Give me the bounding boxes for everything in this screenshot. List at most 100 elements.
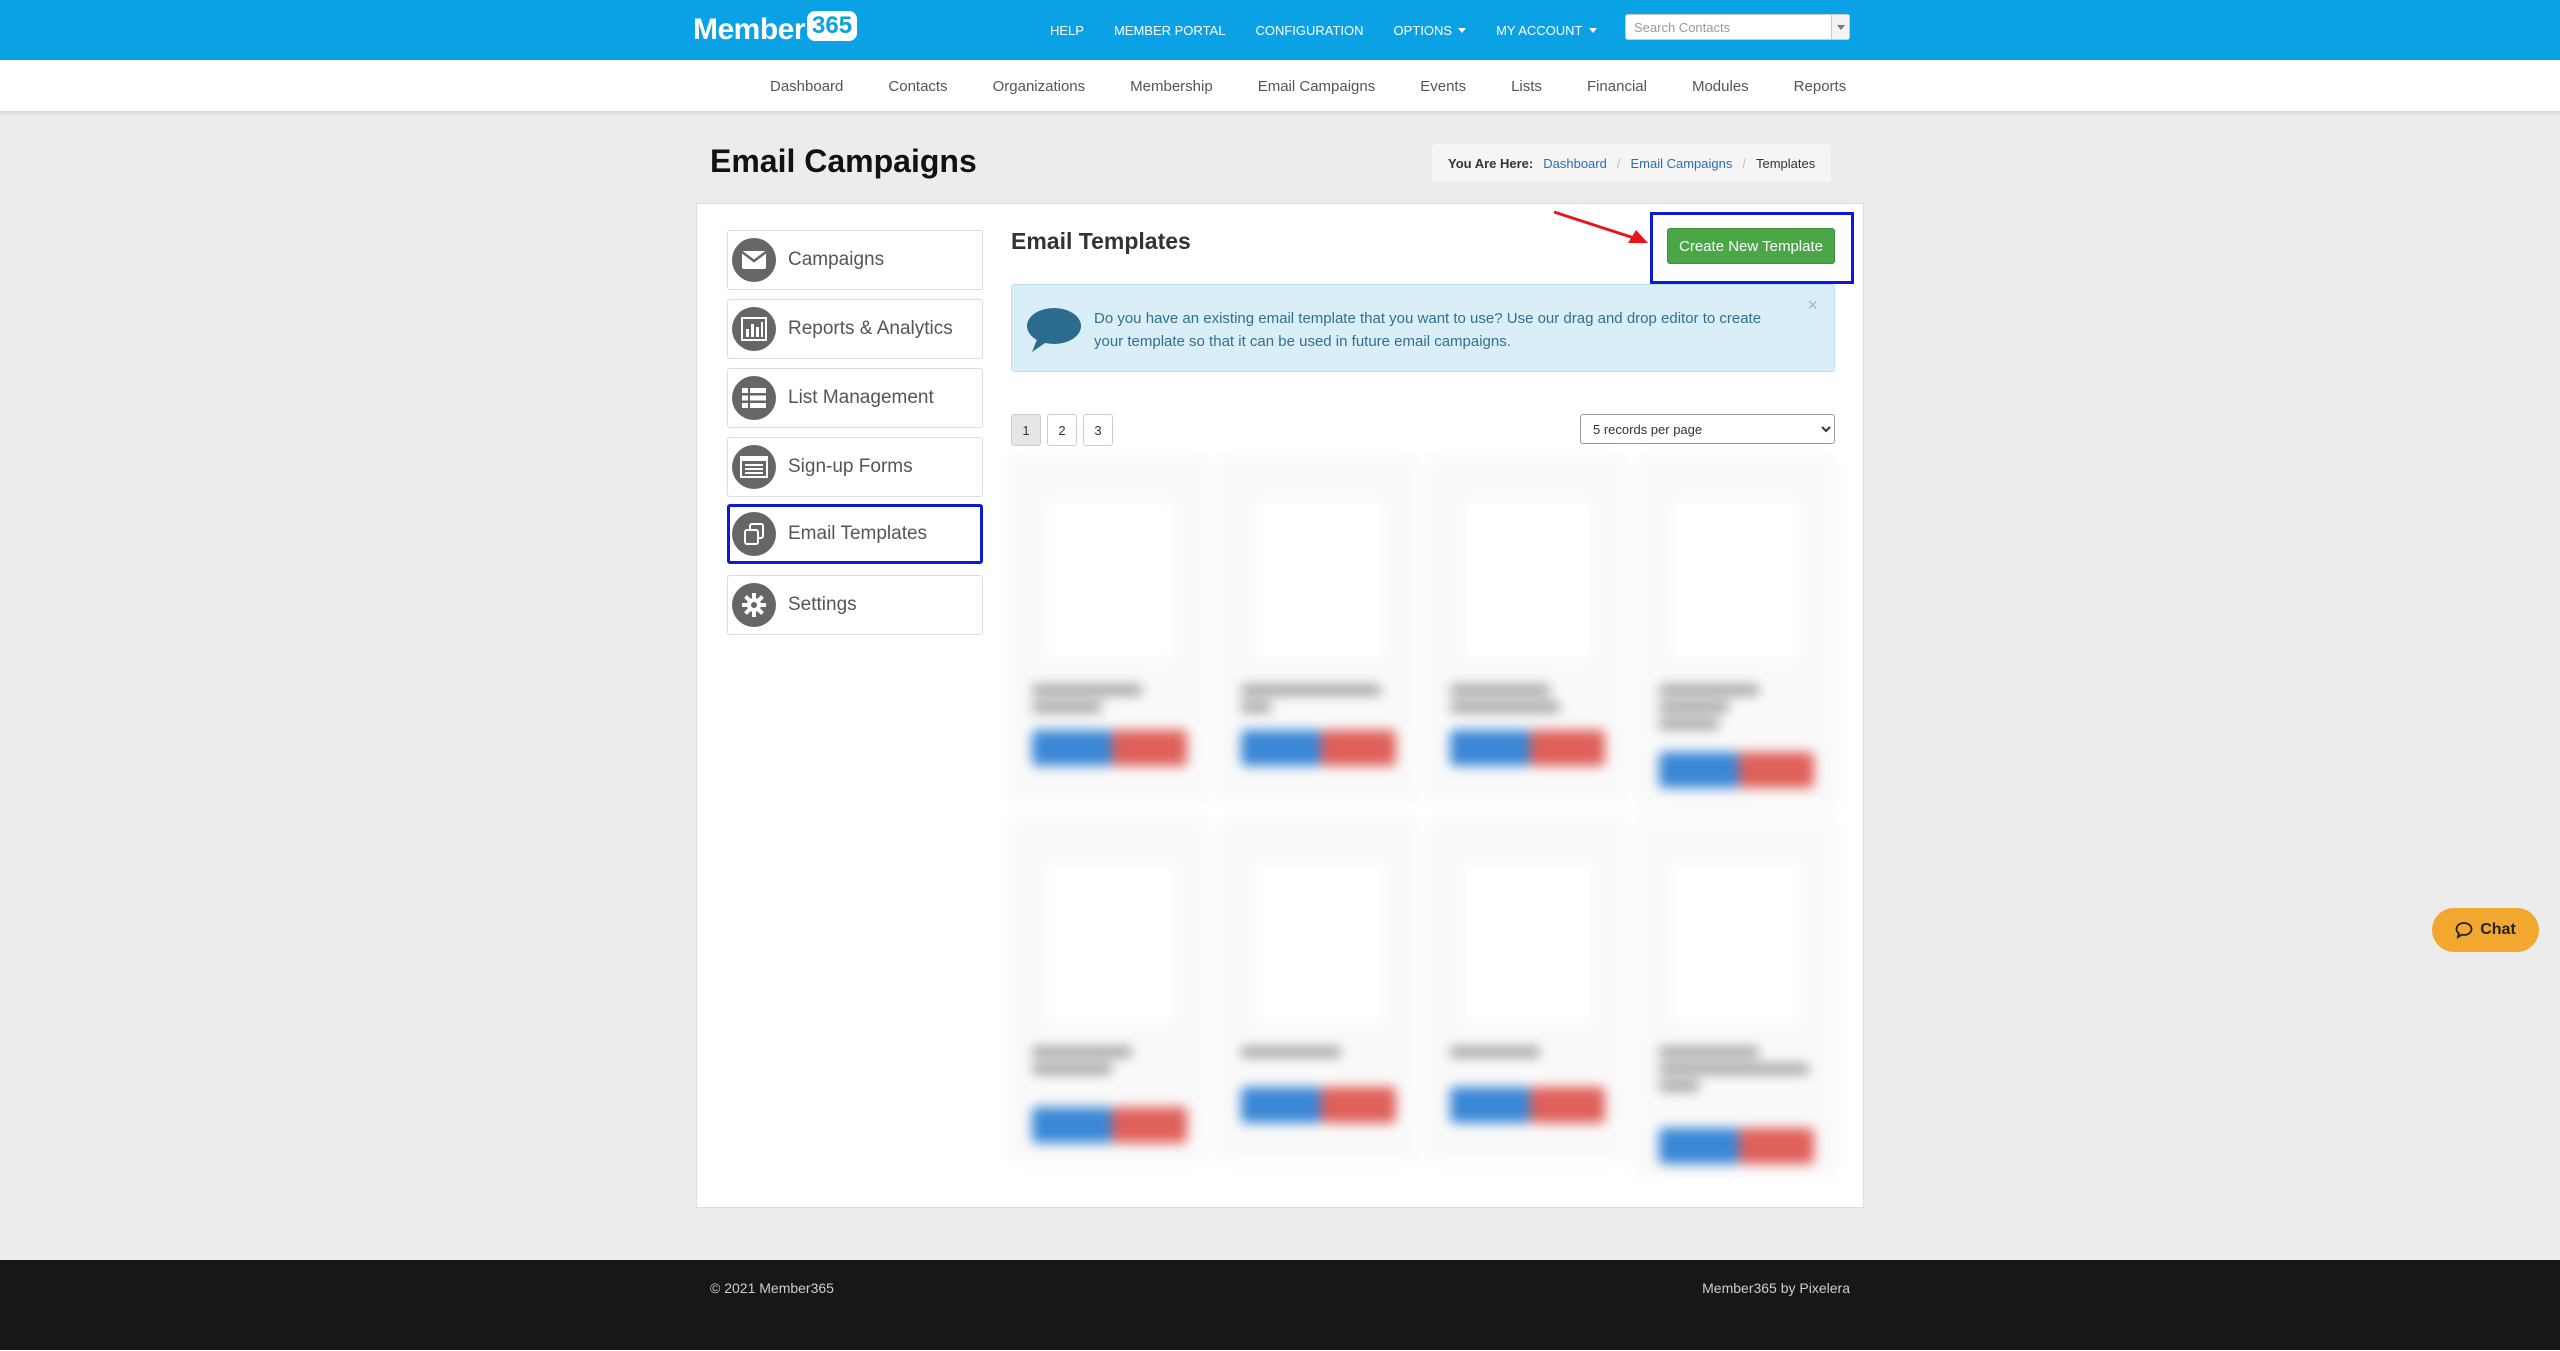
- sidebar-item-label: Email Templates: [788, 523, 928, 544]
- top-nav-options[interactable]: OPTIONS: [1394, 23, 1467, 38]
- main-nav-dashboard[interactable]: Dashboard: [770, 78, 843, 95]
- breadcrumb-current: Templates: [1755, 155, 1816, 171]
- top-nav-options-label: OPTIONS: [1393, 22, 1453, 38]
- template-thumbnail: [1251, 857, 1387, 1027]
- top-nav-help[interactable]: HELP: [1050, 23, 1084, 38]
- page-button-3[interactable]: 3: [1083, 414, 1113, 446]
- template-card[interactable]: [1638, 459, 1834, 809]
- copy-icon: [732, 512, 776, 556]
- info-text: Do you have an existing email template t…: [1094, 310, 1762, 350]
- template-thumbnail: [1669, 495, 1805, 665]
- template-card[interactable]: [1638, 821, 1834, 1175]
- breadcrumb: You Are Here: Dashboard / Email Campaign…: [1432, 144, 1832, 182]
- template-delete-button[interactable]: [1321, 730, 1396, 766]
- template-delete-button[interactable]: [1112, 730, 1187, 766]
- breadcrumb-separator: /: [1742, 155, 1746, 171]
- main-nav-organizations[interactable]: Organizations: [993, 78, 1086, 95]
- main-nav: Dashboard Contacts Organizations Members…: [0, 60, 2560, 112]
- logo[interactable]: Member 365: [693, 11, 858, 48]
- sidebar-item-label: Campaigns: [788, 249, 885, 270]
- template-thumbnail: [1042, 857, 1178, 1027]
- main-panel: Campaigns Reports & Analytics List Manag…: [696, 203, 1864, 1208]
- template-title-line: [1659, 685, 1759, 695]
- template-thumbnail: [1251, 495, 1387, 665]
- main-nav-lists[interactable]: Lists: [1511, 78, 1542, 95]
- template-edit-button[interactable]: [1241, 730, 1321, 766]
- main-nav-modules[interactable]: Modules: [1692, 78, 1749, 95]
- footer-credit[interactable]: Member365 by Pixelera: [1702, 1280, 1850, 1296]
- template-edit-button[interactable]: [1032, 730, 1112, 766]
- breadcrumb-dashboard[interactable]: Dashboard: [1543, 156, 1607, 171]
- breadcrumb-separator: /: [1616, 155, 1621, 171]
- footer-copyright: © 2021 Member365: [710, 1280, 834, 1296]
- form-icon: [732, 445, 776, 489]
- template-thumbnail: [1669, 857, 1805, 1027]
- breadcrumb-email-campaigns[interactable]: Email Campaigns: [1630, 156, 1732, 171]
- search-dropdown-toggle[interactable]: [1831, 15, 1849, 39]
- template-title-line: [1659, 702, 1729, 712]
- bar-chart-icon: [732, 307, 776, 351]
- top-nav-my-account[interactable]: MY ACCOUNT: [1496, 23, 1597, 38]
- template-delete-button[interactable]: [1739, 752, 1814, 788]
- main-nav-reports[interactable]: Reports: [1794, 78, 1847, 95]
- caret-down-icon: [1458, 27, 1467, 33]
- sidebar-item-campaigns[interactable]: Campaigns: [727, 230, 983, 290]
- main-nav-items: Dashboard Contacts Organizations Members…: [770, 60, 1891, 112]
- template-grid: [1011, 459, 1835, 1175]
- template-delete-button[interactable]: [1739, 1128, 1814, 1164]
- sidebar-item-label: List Management: [788, 387, 934, 408]
- template-card[interactable]: [1429, 459, 1625, 799]
- main-nav-contacts[interactable]: Contacts: [888, 78, 947, 95]
- template-delete-button[interactable]: [1112, 1107, 1187, 1143]
- content-title: Email Templates: [1011, 228, 1191, 254]
- main-nav-events[interactable]: Events: [1420, 78, 1466, 95]
- chat-button[interactable]: Chat: [2432, 908, 2539, 952]
- logo-badge: 365: [807, 11, 858, 41]
- records-per-page-select[interactable]: 5 records per page: [1580, 414, 1835, 444]
- sidebar-item-signup-forms[interactable]: Sign-up Forms: [727, 437, 983, 497]
- template-title-line: [1659, 1081, 1699, 1091]
- envelope-icon: [732, 238, 776, 282]
- page-button-1[interactable]: 1: [1011, 414, 1041, 446]
- top-nav-member-portal[interactable]: MEMBER PORTAL: [1114, 23, 1225, 38]
- template-card[interactable]: [1011, 459, 1207, 799]
- template-title-line: [1450, 1047, 1540, 1057]
- search-box: [1625, 14, 1850, 40]
- page-button-2[interactable]: 2: [1047, 414, 1077, 446]
- template-title-line: [1241, 1047, 1341, 1057]
- top-nav-help-label: HELP: [1050, 22, 1084, 38]
- search-input[interactable]: [1626, 15, 1831, 39]
- close-icon[interactable]: ×: [1807, 295, 1818, 316]
- template-edit-button[interactable]: [1450, 1087, 1530, 1123]
- template-edit-button[interactable]: [1659, 1128, 1739, 1164]
- template-delete-button[interactable]: [1530, 1087, 1605, 1123]
- sidebar-item-settings[interactable]: Settings: [727, 575, 983, 635]
- main-nav-email-campaigns[interactable]: Email Campaigns: [1258, 78, 1376, 95]
- template-delete-button[interactable]: [1530, 730, 1605, 766]
- breadcrumb-label: You Are Here:: [1448, 155, 1534, 171]
- template-delete-button[interactable]: [1321, 1087, 1396, 1123]
- sidebar-item-reports-analytics[interactable]: Reports & Analytics: [727, 299, 983, 359]
- sidebar-item-email-templates[interactable]: Email Templates: [727, 504, 983, 564]
- main-nav-financial[interactable]: Financial: [1587, 78, 1647, 95]
- template-edit-button[interactable]: [1241, 1087, 1321, 1123]
- chat-bubble-icon: [2455, 921, 2473, 939]
- template-card[interactable]: [1429, 821, 1625, 1161]
- template-thumbnail: [1042, 495, 1178, 665]
- template-card[interactable]: [1011, 821, 1207, 1161]
- top-nav-configuration[interactable]: CONFIGURATION: [1255, 23, 1363, 38]
- page-title: Email Campaigns: [710, 143, 977, 179]
- main-nav-membership[interactable]: Membership: [1130, 78, 1213, 95]
- create-new-template-button[interactable]: Create New Template: [1667, 228, 1835, 264]
- template-edit-button[interactable]: [1032, 1107, 1112, 1143]
- template-title-line: [1450, 685, 1550, 695]
- sidebar-item-list-management[interactable]: List Management: [727, 368, 983, 428]
- template-card[interactable]: [1220, 459, 1416, 799]
- annotation-arrow: [1553, 210, 1648, 243]
- top-nav-member-portal-label: MEMBER PORTAL: [1113, 22, 1226, 38]
- list-icon: [732, 376, 776, 420]
- template-edit-button[interactable]: [1450, 730, 1530, 766]
- chat-label: Chat: [2480, 921, 2516, 938]
- template-card[interactable]: [1220, 821, 1416, 1161]
- template-edit-button[interactable]: [1659, 752, 1739, 788]
